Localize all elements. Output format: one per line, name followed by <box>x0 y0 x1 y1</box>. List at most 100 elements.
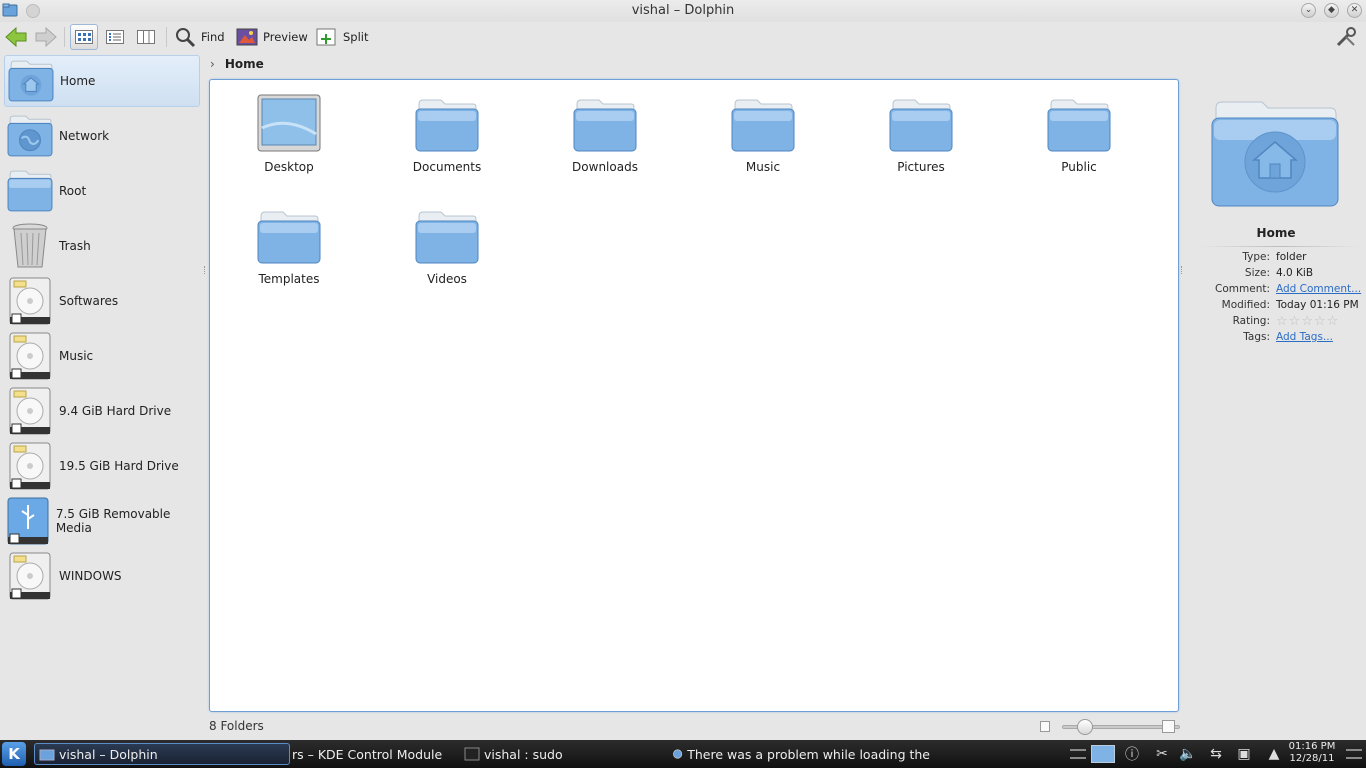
details-view-icon <box>106 30 124 44</box>
sidebar-item-label: 7.5 GiB Removable Media <box>55 507 171 535</box>
maximize-button[interactable]: ◆ <box>1324 3 1339 18</box>
sidebar-item-7-5-gib-removable-media[interactable]: 7.5 GiB Removable Media <box>4 495 200 547</box>
info-item-name: Home <box>1256 226 1296 240</box>
task-dolphin[interactable]: vishal – Dolphin <box>34 743 290 765</box>
file-item-public[interactable]: Public <box>1019 84 1139 184</box>
zoom-in-icon[interactable] <box>1162 720 1175 733</box>
toolbar-separator <box>64 27 65 47</box>
panel-splitter-right[interactable] <box>1181 266 1184 274</box>
info-divider <box>1200 246 1360 247</box>
file-view[interactable]: Desktop Documents Downloads Music Pictur… <box>209 79 1179 712</box>
task-kde-control-module[interactable]: rs – KDE Control Module <box>292 743 456 765</box>
split-icon <box>316 28 336 46</box>
sidebar-item-softwares[interactable]: Softwares <box>4 275 200 327</box>
task-label: vishal – Dolphin <box>59 746 158 762</box>
close-button[interactable]: ✕ <box>1347 3 1362 18</box>
chevron-down-icon: ⌄ <box>1304 5 1313 15</box>
device-notifier-icon[interactable]: ▣ <box>1234 744 1254 764</box>
folder-icon <box>414 90 480 152</box>
star-icon[interactable]: ☆ <box>1289 315 1301 329</box>
window-title: vishal – Dolphin <box>631 3 735 18</box>
home-folder-icon <box>1211 101 1339 207</box>
kde-menu-button[interactable]: K <box>2 742 26 766</box>
folder-icon <box>6 167 54 215</box>
zoom-out-icon[interactable] <box>1040 721 1050 732</box>
desktop-icon <box>256 90 322 152</box>
trash-icon <box>6 222 54 270</box>
file-item-desktop[interactable]: Desktop <box>229 84 349 184</box>
klipper-icon[interactable]: ✂ <box>1152 744 1172 764</box>
info-row-rating: Rating: ☆ ☆ ☆ ☆ ☆ <box>1186 315 1366 331</box>
file-item-label: Pictures <box>897 160 945 174</box>
back-button[interactable] <box>4 24 28 50</box>
status-text: 8 Folders <box>209 719 264 733</box>
info-label-size: Size: <box>1244 267 1270 279</box>
file-item-label: Downloads <box>572 160 638 174</box>
file-item-videos[interactable]: Videos <box>387 196 507 296</box>
add-tags-link[interactable]: Add Tags... <box>1276 331 1333 343</box>
main-toolbar: Find Preview Split <box>0 22 1366 52</box>
arrow-left-icon <box>5 26 27 48</box>
taskbar: K vishal – Dolphin rs – KDE Control Modu… <box>0 740 1366 768</box>
breadcrumb-item-home[interactable]: Home <box>225 57 264 71</box>
task-label: vishal : sudo <box>484 746 563 762</box>
sidebar-item-label: 9.4 GiB Hard Drive <box>59 404 172 418</box>
file-item-pictures[interactable]: Pictures <box>861 84 981 184</box>
sidebar-item-network[interactable]: Network <box>4 110 200 162</box>
arrow-right-icon <box>35 26 57 48</box>
info-label-modified: Modified: <box>1221 299 1270 311</box>
preview-button[interactable]: Preview <box>236 24 308 50</box>
info-icon[interactable]: ⓘ <box>1122 744 1142 764</box>
details-view-button[interactable] <box>101 24 129 50</box>
sidebar-item-windows[interactable]: WINDOWS <box>4 550 200 602</box>
sidebar-item-9-4-gib-hard-drive[interactable]: 9.4 GiB Hard Drive <box>4 385 200 437</box>
find-button[interactable]: Find <box>174 24 225 50</box>
star-icon[interactable]: ☆ <box>1327 315 1339 329</box>
network-icon[interactable]: ⇆ <box>1206 744 1226 764</box>
close-icon: ✕ <box>1350 5 1359 15</box>
file-item-downloads[interactable]: Downloads <box>545 84 665 184</box>
taskbar-handle[interactable] <box>1070 749 1086 759</box>
file-item-templates[interactable]: Templates <box>229 196 349 296</box>
sidebar-item-trash[interactable]: Trash <box>4 220 200 272</box>
icons-view-button[interactable] <box>70 24 98 50</box>
columns-view-button[interactable] <box>132 24 160 50</box>
places-panel: Home Network Root Trash Softwares Music … <box>0 52 204 740</box>
star-icon[interactable]: ☆ <box>1276 315 1288 329</box>
task-error-dialog[interactable]: There was a problem while loading the <box>668 743 930 765</box>
volume-icon[interactable]: 🔈 <box>1178 744 1198 764</box>
panel-splitter-left[interactable] <box>204 266 207 274</box>
add-comment-link[interactable]: Add Comment... <box>1276 283 1361 295</box>
split-button[interactable]: Split <box>316 24 369 50</box>
desktop-pager-icon[interactable] <box>1090 744 1116 764</box>
chevron-right-icon[interactable]: › <box>210 57 215 71</box>
icons-view-icon <box>75 30 93 44</box>
forward-button[interactable] <box>34 24 58 50</box>
star-icon[interactable]: ☆ <box>1314 315 1326 329</box>
minimize-button[interactable]: ⌄ <box>1301 3 1316 18</box>
rating-stars[interactable]: ☆ ☆ ☆ ☆ ☆ <box>1276 315 1338 329</box>
task-label: rs – KDE Control Module <box>292 746 443 762</box>
search-icon <box>176 28 196 48</box>
tray-expand-icon[interactable]: ▲ <box>1264 744 1284 764</box>
file-item-music[interactable]: Music <box>703 84 823 184</box>
file-item-documents[interactable]: Documents <box>387 84 507 184</box>
zoom-slider-handle[interactable] <box>1077 719 1093 735</box>
file-item-label: Music <box>745 160 781 174</box>
task-konsole[interactable]: vishal : sudo <box>460 743 660 765</box>
clock[interactable]: 01:16 PM 12/28/11 <box>1284 741 1340 765</box>
sidebar-item-19-5-gib-hard-drive[interactable]: 19.5 GiB Hard Drive <box>4 440 200 492</box>
star-icon[interactable]: ☆ <box>1301 315 1313 329</box>
info-label-rating: Rating: <box>1232 315 1270 327</box>
taskbar-handle-right[interactable] <box>1346 749 1362 759</box>
configure-button[interactable] <box>1334 24 1358 50</box>
breadcrumb: › Home <box>206 53 1180 75</box>
sidebar-item-home[interactable]: Home <box>4 55 200 107</box>
hard-drive-icon <box>6 277 54 325</box>
hard-drive-icon <box>6 442 54 490</box>
sidebar-item-root[interactable]: Root <box>4 165 200 217</box>
info-label-type: Type: <box>1242 251 1270 263</box>
hard-drive-icon <box>6 387 54 435</box>
info-value-size: 4.0 KiB <box>1276 267 1314 279</box>
sidebar-item-music[interactable]: Music <box>4 330 200 382</box>
